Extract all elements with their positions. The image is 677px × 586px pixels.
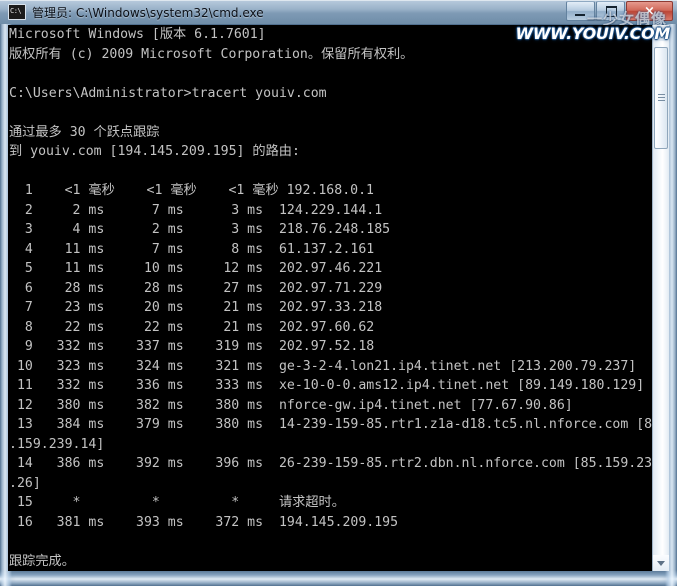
- maximize-button[interactable]: [596, 1, 625, 21]
- console-line: 4 11 ms 7 ms 8 ms 61.137.2.161: [9, 241, 375, 257]
- console-line: 9 332 ms 337 ms 319 ms 202.97.52.18: [9, 339, 375, 354]
- console-line: Microsoft Windows [版本 6.1.7601]: [9, 27, 266, 42]
- minimize-button[interactable]: [566, 1, 595, 21]
- console-line: .159.239.14]: [9, 436, 105, 452]
- scrollbar-grip-icon: [658, 94, 665, 101]
- window-controls: ×: [566, 1, 673, 21]
- console-line: C:\Users\Administrator>tracert youiv.com: [9, 85, 327, 101]
- console-line: 3 4 ms 2 ms 3 ms 218.76.248.185: [9, 222, 391, 237]
- title-bar-left: 管理员: C:\Windows\system32\cmd.exe: [8, 3, 264, 21]
- console-line: 2 2 ms 7 ms 3 ms 124.229.144.1: [9, 202, 383, 218]
- console-line: 5 11 ms 10 ms 12 ms 202.97.46.221: [9, 261, 383, 276]
- console-line: 7 23 ms 20 ms 21 ms 202.97.33.218: [9, 300, 383, 315]
- console-line: 14 386 ms 392 ms 396 ms 26-239-159-85.rt…: [9, 456, 661, 471]
- close-button[interactable]: ×: [626, 1, 673, 21]
- cmd-icon: [8, 4, 26, 20]
- scroll-down-arrow-icon[interactable]: [653, 555, 669, 571]
- cmd-window: 管理员: C:\Windows\system32\cmd.exe × 一少女偶像…: [0, 0, 677, 586]
- console-line: 15 * * * 请求超时。: [9, 495, 345, 510]
- console-line: 8 22 ms 22 ms 21 ms 202.97.60.62: [9, 319, 375, 335]
- console-line: 6 28 ms 28 ms 27 ms 202.97.71.229: [9, 280, 383, 296]
- window-title: 管理员: C:\Windows\system32\cmd.exe: [32, 5, 264, 20]
- console-line: 16 381 ms 393 ms 372 ms 194.145.209.195: [9, 514, 399, 530]
- console-line: .26]: [9, 475, 41, 491]
- console-line: 13 384 ms 379 ms 380 ms 14-239-159-85.rt…: [9, 417, 661, 432]
- vertical-scrollbar[interactable]: [652, 25, 669, 571]
- console-line: 到 youiv.com [194.145.209.195] 的路由:: [9, 144, 300, 159]
- console-line: 通过最多 30 个跃点跟踪: [9, 124, 160, 140]
- scroll-up-arrow-icon[interactable]: [653, 25, 669, 41]
- title-bar[interactable]: 管理员: C:\Windows\system32\cmd.exe ×: [0, 0, 677, 24]
- console-line: 10 323 ms 324 ms 321 ms ge-3-2-4.lon21.i…: [9, 358, 637, 374]
- console-line: 1 <1 毫秒 <1 毫秒 <1 毫秒 192.168.0.1: [9, 183, 374, 198]
- console-output: Microsoft Windows [版本 6.1.7601] 版权所有 (c) …: [9, 25, 661, 571]
- minimize-icon: [575, 14, 585, 16]
- maximize-icon: [606, 6, 617, 17]
- console-line: 跟踪完成。: [9, 553, 75, 569]
- scrollbar-thumb[interactable]: [654, 47, 668, 149]
- console-line: 11 332 ms 336 ms 333 ms xe-10-0-0.ams12.…: [9, 378, 645, 393]
- console-line: 版权所有 (c) 2009 Microsoft Corporation。保留所有…: [9, 46, 414, 62]
- console-client-area[interactable]: Microsoft Windows [版本 6.1.7601] 版权所有 (c) …: [8, 25, 663, 571]
- console-line: 12 380 ms 382 ms 380 ms nforce-gw.ip4.ti…: [9, 397, 573, 413]
- close-icon: ×: [644, 3, 655, 19]
